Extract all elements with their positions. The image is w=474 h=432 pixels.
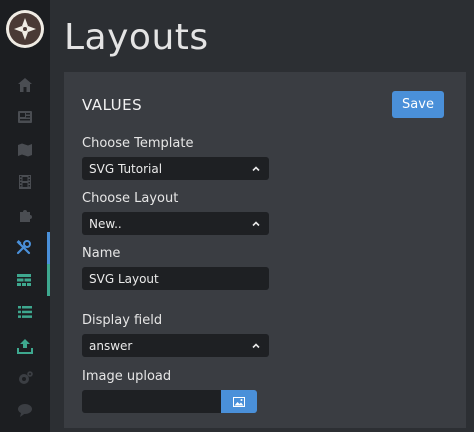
choose-layout-value: New.. [89, 216, 122, 231]
sidebar-item-plugins[interactable] [0, 199, 50, 231]
display-field-select[interactable]: answer [82, 334, 269, 357]
sidebar-item-tools[interactable] [0, 232, 50, 264]
newspaper-icon [18, 111, 32, 123]
upload-icon [17, 339, 33, 354]
name-label: Name [82, 246, 121, 261]
sidebar-item-map[interactable] [0, 134, 50, 166]
choose-template-select[interactable]: SVG Tutorial [82, 157, 269, 180]
app-window: Layouts VALUES Save Choose Template SVG … [0, 0, 474, 432]
display-field-value: answer [89, 338, 133, 353]
list-icon [18, 306, 32, 318]
values-panel: VALUES Save Choose Template SVG Tutorial… [64, 72, 466, 428]
display-field-label: Display field [82, 313, 163, 328]
logo[interactable] [6, 10, 44, 48]
logo-emblem-icon [9, 13, 41, 45]
image-upload-label: Image upload [82, 369, 172, 384]
sidebar-item-settings[interactable] [0, 362, 50, 394]
chat-icon [18, 404, 32, 417]
chevron-up-icon [252, 220, 260, 226]
choose-layout-select[interactable]: New.. [82, 212, 269, 235]
chevron-up-icon [252, 165, 260, 171]
choose-template-value: SVG Tutorial [89, 161, 163, 176]
image-upload-field[interactable] [82, 390, 221, 413]
sidebar-item-layouts[interactable] [0, 264, 50, 296]
page-title: Layouts [64, 17, 209, 58]
puzzle-icon [20, 210, 32, 222]
sidebar-item-upload[interactable] [0, 330, 50, 362]
tools-icon [16, 240, 31, 255]
layout-grid-icon [16, 274, 31, 286]
sidebar-item-home[interactable] [0, 69, 50, 101]
sidebar [0, 0, 50, 432]
chevron-up-icon [252, 342, 260, 348]
choose-layout-label: Choose Layout [82, 191, 179, 206]
sidebar-item-lists[interactable] [0, 296, 50, 328]
image-upload-button[interactable] [221, 390, 257, 413]
sidebar-item-news[interactable] [0, 101, 50, 133]
sidebar-item-media[interactable] [0, 166, 50, 198]
gear-icon [19, 371, 33, 384]
save-button[interactable]: Save [392, 91, 444, 118]
name-input[interactable] [82, 267, 269, 290]
film-icon [19, 175, 31, 189]
image-icon [233, 396, 245, 407]
home-icon [18, 78, 32, 92]
choose-template-label: Choose Template [82, 136, 194, 151]
map-icon [18, 143, 32, 157]
panel-title: VALUES [82, 96, 143, 114]
sidebar-item-comments[interactable] [0, 394, 50, 426]
